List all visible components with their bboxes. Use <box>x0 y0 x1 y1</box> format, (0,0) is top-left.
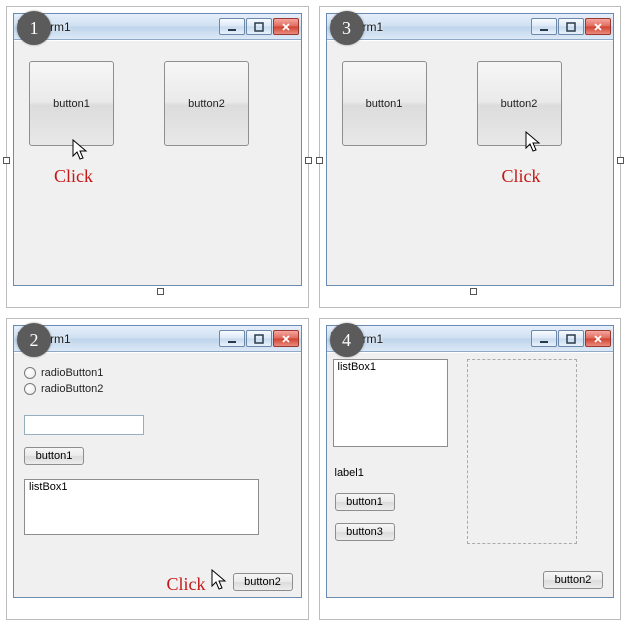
button2[interactable]: button2 <box>233 573 293 591</box>
maximize-button[interactable] <box>558 18 584 35</box>
panel-badge-3: 3 <box>330 11 364 45</box>
titlebar[interactable]: Form1 <box>14 14 301 40</box>
maximize-button[interactable] <box>246 18 272 35</box>
radio-icon <box>24 383 36 395</box>
radio-label: radioButton2 <box>41 383 103 395</box>
minimize-button[interactable] <box>531 18 557 35</box>
radiobutton2[interactable]: radioButton2 <box>24 383 291 395</box>
button1[interactable]: button1 <box>29 61 114 146</box>
listbox-item: listBox1 <box>29 481 68 493</box>
close-button[interactable] <box>585 330 611 347</box>
close-button[interactable] <box>273 18 299 35</box>
button3[interactable]: button3 <box>335 523 395 541</box>
panel-badge-4: 4 <box>330 323 364 357</box>
label1: label1 <box>335 467 364 479</box>
close-button[interactable] <box>273 330 299 347</box>
button2[interactable]: button2 <box>164 61 249 146</box>
listbox-item: listBox1 <box>338 361 377 373</box>
maximize-button[interactable] <box>246 330 272 347</box>
click-annotation: Click <box>54 166 93 187</box>
minimize-button[interactable] <box>531 330 557 347</box>
button2[interactable]: button2 <box>543 571 603 589</box>
minimize-button[interactable] <box>219 18 245 35</box>
panel-4: 4 Form1 listBox1 label1 <box>319 318 622 620</box>
radio-icon <box>24 367 36 379</box>
click-annotation: Click <box>502 166 541 187</box>
radio-label: radioButton1 <box>41 367 103 379</box>
window-4: Form1 listBox1 label1 button1 button3 <box>326 325 615 598</box>
window-3: Form1 button1 button2 Click <box>326 13 615 286</box>
button1[interactable]: button1 <box>335 493 395 511</box>
textbox[interactable] <box>24 415 144 435</box>
placeholder-area <box>467 359 577 544</box>
close-button[interactable] <box>585 18 611 35</box>
titlebar[interactable]: Form1 <box>327 14 614 40</box>
button1[interactable]: button1 <box>342 61 427 146</box>
panel-1: 1 Form1 button1 button2 Click <box>6 6 309 308</box>
panel-3: 3 Form1 button1 button2 Click <box>319 6 622 308</box>
minimize-button[interactable] <box>219 330 245 347</box>
panel-badge-1: 1 <box>17 11 51 45</box>
titlebar[interactable]: Form1 <box>14 326 301 352</box>
titlebar[interactable]: Form1 <box>327 326 614 352</box>
maximize-button[interactable] <box>558 330 584 347</box>
panels-grid: 1 Form1 button1 button2 Click <box>6 6 621 620</box>
button2[interactable]: button2 <box>477 61 562 146</box>
button1[interactable]: button1 <box>24 447 84 465</box>
panel-badge-2: 2 <box>17 323 51 357</box>
cursor-icon <box>211 569 229 593</box>
click-annotation: Click <box>167 574 206 595</box>
window-1: Form1 button1 button2 Click <box>13 13 302 286</box>
listbox[interactable]: listBox1 <box>333 359 448 447</box>
panel-2: 2 Form1 radioButton1 <box>6 318 309 620</box>
listbox[interactable]: listBox1 <box>24 479 259 535</box>
window-2: Form1 radioButton1 radioButton2 <box>13 325 302 598</box>
radiobutton1[interactable]: radioButton1 <box>24 367 291 379</box>
